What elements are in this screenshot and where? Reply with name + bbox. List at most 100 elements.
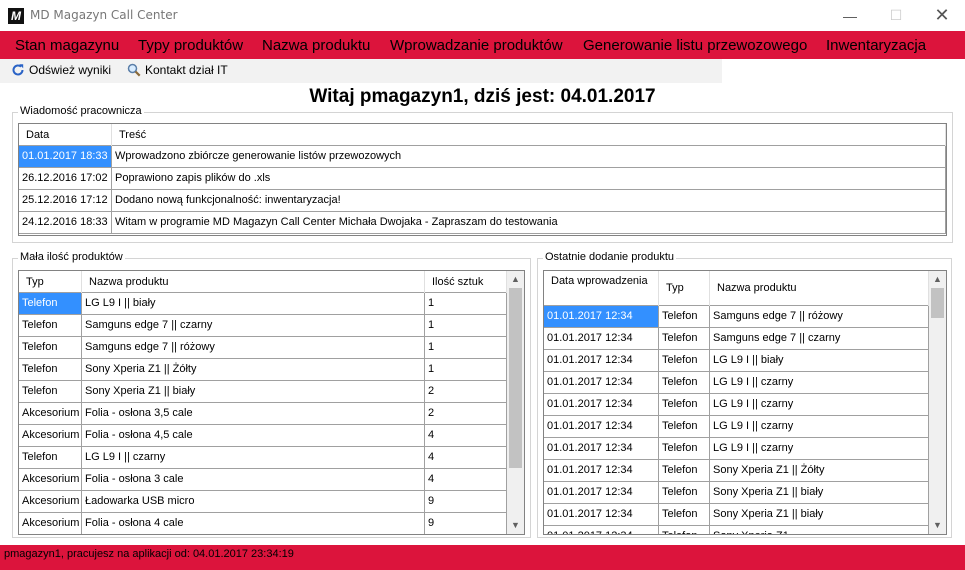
scroll-down-icon[interactable]: ▼ <box>929 517 946 534</box>
table-cell[interactable]: Dodano nową funkcjonalność: inwentaryzac… <box>112 190 946 211</box>
table-cell[interactable]: 01.01.2017 12:34 <box>544 438 659 459</box>
column-header-tresc[interactable]: Treść <box>112 124 946 146</box>
column-header-data[interactable]: Data <box>19 124 112 146</box>
table-cell[interactable]: 9 <box>425 513 507 534</box>
column-header-data-wprowadzenia[interactable]: Data wprowadzenia <box>544 271 659 306</box>
table-cell[interactable]: 01.01.2017 12:34 <box>544 482 659 503</box>
table-cell[interactable]: 9 <box>425 491 507 512</box>
scroll-thumb[interactable] <box>931 288 944 318</box>
table-row[interactable]: 01.01.2017 12:34 Telefon Samguns edge 7 ||… <box>544 328 929 350</box>
table-cell[interactable]: 01.01.2017 12:34 <box>544 372 659 393</box>
minimize-button[interactable]: — <box>827 0 873 31</box>
table-cell[interactable]: Sony Xperia Z1 || biały <box>82 381 425 402</box>
table-cell[interactable]: Folia - osłona 4,5 cale <box>82 425 425 446</box>
table-cell[interactable]: Telefon <box>659 460 710 481</box>
table-row[interactable]: 01.01.2017 12:34 Telefon Sony Xperia Z1 ||… <box>544 460 929 482</box>
recent-scrollbar[interactable]: ▲ ▼ <box>929 271 946 534</box>
table-cell[interactable]: LG L9 I || biały <box>82 293 425 314</box>
table-cell[interactable]: 4 <box>425 469 507 490</box>
menu-typy-produktow[interactable]: Typy produktów <box>138 37 243 54</box>
table-row[interactable]: Telefon Samguns edge 7 || różowy 1 <box>19 337 507 359</box>
maximize-button[interactable]: ☐ <box>873 0 919 31</box>
low-stock-table[interactable]: Typ Nazwa produktu Ilość sztuk ▲ ▼ Telef… <box>18 270 525 535</box>
table-cell[interactable]: Telefon <box>659 482 710 503</box>
table-cell[interactable]: Wprowadzono zbiórcze generowanie listów … <box>112 146 946 167</box>
low-stock-scrollbar[interactable]: ▲ ▼ <box>507 271 524 534</box>
column-header-nazwa[interactable]: Nazwa produktu <box>710 271 929 306</box>
table-cell[interactable]: Samguns edge 7 || różowy <box>710 306 929 327</box>
scroll-down-icon[interactable]: ▼ <box>507 517 524 534</box>
menu-wprowadzanie-produktow[interactable]: Wprowadzanie produktów <box>390 37 563 54</box>
menu-inwentaryzacja[interactable]: Inwentaryzacja <box>826 37 926 54</box>
table-cell[interactable]: 24.12.2016 18:33 <box>19 212 112 233</box>
table-cell[interactable]: Telefon <box>659 306 710 327</box>
table-cell[interactable]: LG L9 I || biały <box>710 350 929 371</box>
table-cell[interactable]: Samguns edge 7 || czarny <box>710 328 929 349</box>
table-row[interactable]: 01.01.2017 12:34 Telefon LG L9 I || czarny <box>544 394 929 416</box>
table-cell[interactable]: Telefon <box>659 394 710 415</box>
table-cell[interactable]: LG L9 I || czarny <box>710 372 929 393</box>
table-row[interactable]: 01.01.2017 12:34 Telefon Sony Xperia Z1 ||… <box>544 504 929 526</box>
column-header-typ[interactable]: Typ <box>19 271 82 293</box>
table-cell[interactable]: Folia - osłona 3 cale <box>82 469 425 490</box>
table-row[interactable]: 26.12.2016 17:02 Poprawiono zapis plików … <box>19 168 946 190</box>
table-cell[interactable]: Sony Xperia Z1 || Żółty <box>710 460 929 481</box>
table-cell[interactable]: Poprawiono zapis plików do .xls <box>112 168 946 189</box>
table-cell[interactable]: 4 <box>425 425 507 446</box>
table-cell[interactable]: Samguns edge 7 || czarny <box>82 315 425 336</box>
contact-it-button[interactable]: Kontakt dział IT <box>127 63 228 77</box>
scroll-up-icon[interactable]: ▲ <box>507 271 524 288</box>
table-cell[interactable]: LG L9 I || czarny <box>710 394 929 415</box>
table-cell[interactable]: Telefon <box>19 337 82 358</box>
messages-table[interactable]: Data Treść 01.01.2017 18:33 Wprowadzono z… <box>18 123 947 236</box>
table-cell[interactable]: 1 <box>425 337 507 358</box>
table-cell[interactable]: Sony Xperia Z1 || Żółty <box>82 359 425 380</box>
table-cell[interactable]: Telefon <box>19 381 82 402</box>
table-cell[interactable]: Akcesorium <box>19 513 82 534</box>
table-row[interactable]: Akcesorium Folia - osłona 3,5 cale 2 <box>19 403 507 425</box>
table-cell[interactable]: Akcesorium <box>19 469 82 490</box>
table-row[interactable]: Akcesorium Folia - osłona 4,5 cale 4 <box>19 425 507 447</box>
table-cell[interactable]: LG L9 I || czarny <box>710 416 929 437</box>
close-button[interactable]: ✕ <box>919 0 965 31</box>
table-row[interactable]: 01.01.2017 12:34 Telefon LG L9 I || czarny <box>544 372 929 394</box>
table-cell[interactable]: 01.01.2017 18:33 <box>19 146 112 167</box>
table-row[interactable]: 01.01.2017 12:34 Telefon Sony Xperia Z1 ||… <box>544 482 929 504</box>
table-cell[interactable]: Sony Xperia Z1 || biały <box>710 504 929 525</box>
table-cell[interactable]: 26.12.2016 17:02 <box>19 168 112 189</box>
table-row[interactable]: 24.12.2016 18:33 Witam w programie MD Mag… <box>19 212 946 234</box>
table-row[interactable]: 01.01.2017 12:34 Telefon Samguns edge 7 ||… <box>544 306 929 328</box>
table-row[interactable]: Telefon LG L9 I || czarny 4 <box>19 447 507 469</box>
table-row[interactable]: Akcesorium Folia - osłona 4 cale 9 <box>19 513 507 534</box>
table-cell[interactable]: Folia - osłona 4 cale <box>82 513 425 534</box>
table-cell[interactable]: Telefon <box>659 372 710 393</box>
table-cell[interactable]: Telefon <box>659 416 710 437</box>
table-cell[interactable]: Samguns edge 7 || różowy <box>82 337 425 358</box>
column-header-nazwa[interactable]: Nazwa produktu <box>82 271 425 293</box>
table-cell[interactable]: Folia - osłona 3,5 cale <box>82 403 425 424</box>
column-header-ilosc[interactable]: Ilość sztuk <box>425 271 507 293</box>
refresh-button[interactable]: Odśwież wyniki <box>11 63 111 77</box>
table-cell[interactable]: Telefon <box>659 350 710 371</box>
table-cell[interactable]: Telefon <box>19 359 82 380</box>
table-cell[interactable]: 01.01.2017 12:34 <box>544 328 659 349</box>
table-cell[interactable]: 01.01.2017 12:34 <box>544 504 659 525</box>
table-cell[interactable]: Telefon <box>19 315 82 336</box>
table-cell[interactable]: Sony Xperia Z1 <box>710 526 929 534</box>
table-cell[interactable]: 01.01.2017 12:34 <box>544 416 659 437</box>
table-cell[interactable]: Telefon <box>659 328 710 349</box>
table-cell[interactable]: 1 <box>425 359 507 380</box>
table-cell[interactable]: Akcesorium <box>19 491 82 512</box>
table-cell[interactable]: 4 <box>425 447 507 468</box>
table-row[interactable]: 01.01.2017 12:34 Telefon LG L9 I || czarny <box>544 416 929 438</box>
table-cell[interactable]: Sony Xperia Z1 || biały <box>710 482 929 503</box>
table-cell[interactable]: Akcesorium <box>19 403 82 424</box>
table-cell[interactable]: 01.01.2017 12:34 <box>544 350 659 371</box>
table-row[interactable]: 01.01.2017 12:34 Telefon LG L9 I || czarny <box>544 438 929 460</box>
table-row[interactable]: Telefon Samguns edge 7 || czarny 1 <box>19 315 507 337</box>
table-cell[interactable]: Telefon <box>659 526 710 534</box>
menu-stan-magazynu[interactable]: Stan magazynu <box>15 37 119 54</box>
table-cell[interactable]: Telefon <box>659 438 710 459</box>
table-cell[interactable]: 25.12.2016 17:12 <box>19 190 112 211</box>
table-row[interactable]: Telefon Sony Xperia Z1 || biały 2 <box>19 381 507 403</box>
